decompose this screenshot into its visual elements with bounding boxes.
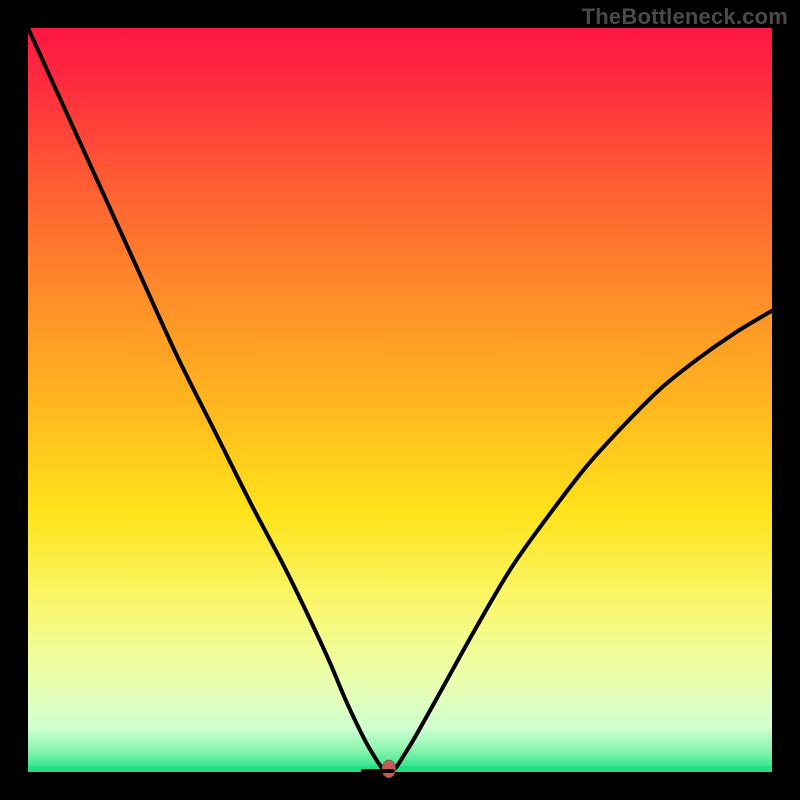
baseline-strip bbox=[28, 766, 772, 772]
bottleneck-chart bbox=[0, 0, 800, 800]
plot-area bbox=[28, 28, 772, 772]
watermark-text: TheBottleneck.com bbox=[582, 4, 788, 30]
chart-container: TheBottleneck.com bbox=[0, 0, 800, 800]
